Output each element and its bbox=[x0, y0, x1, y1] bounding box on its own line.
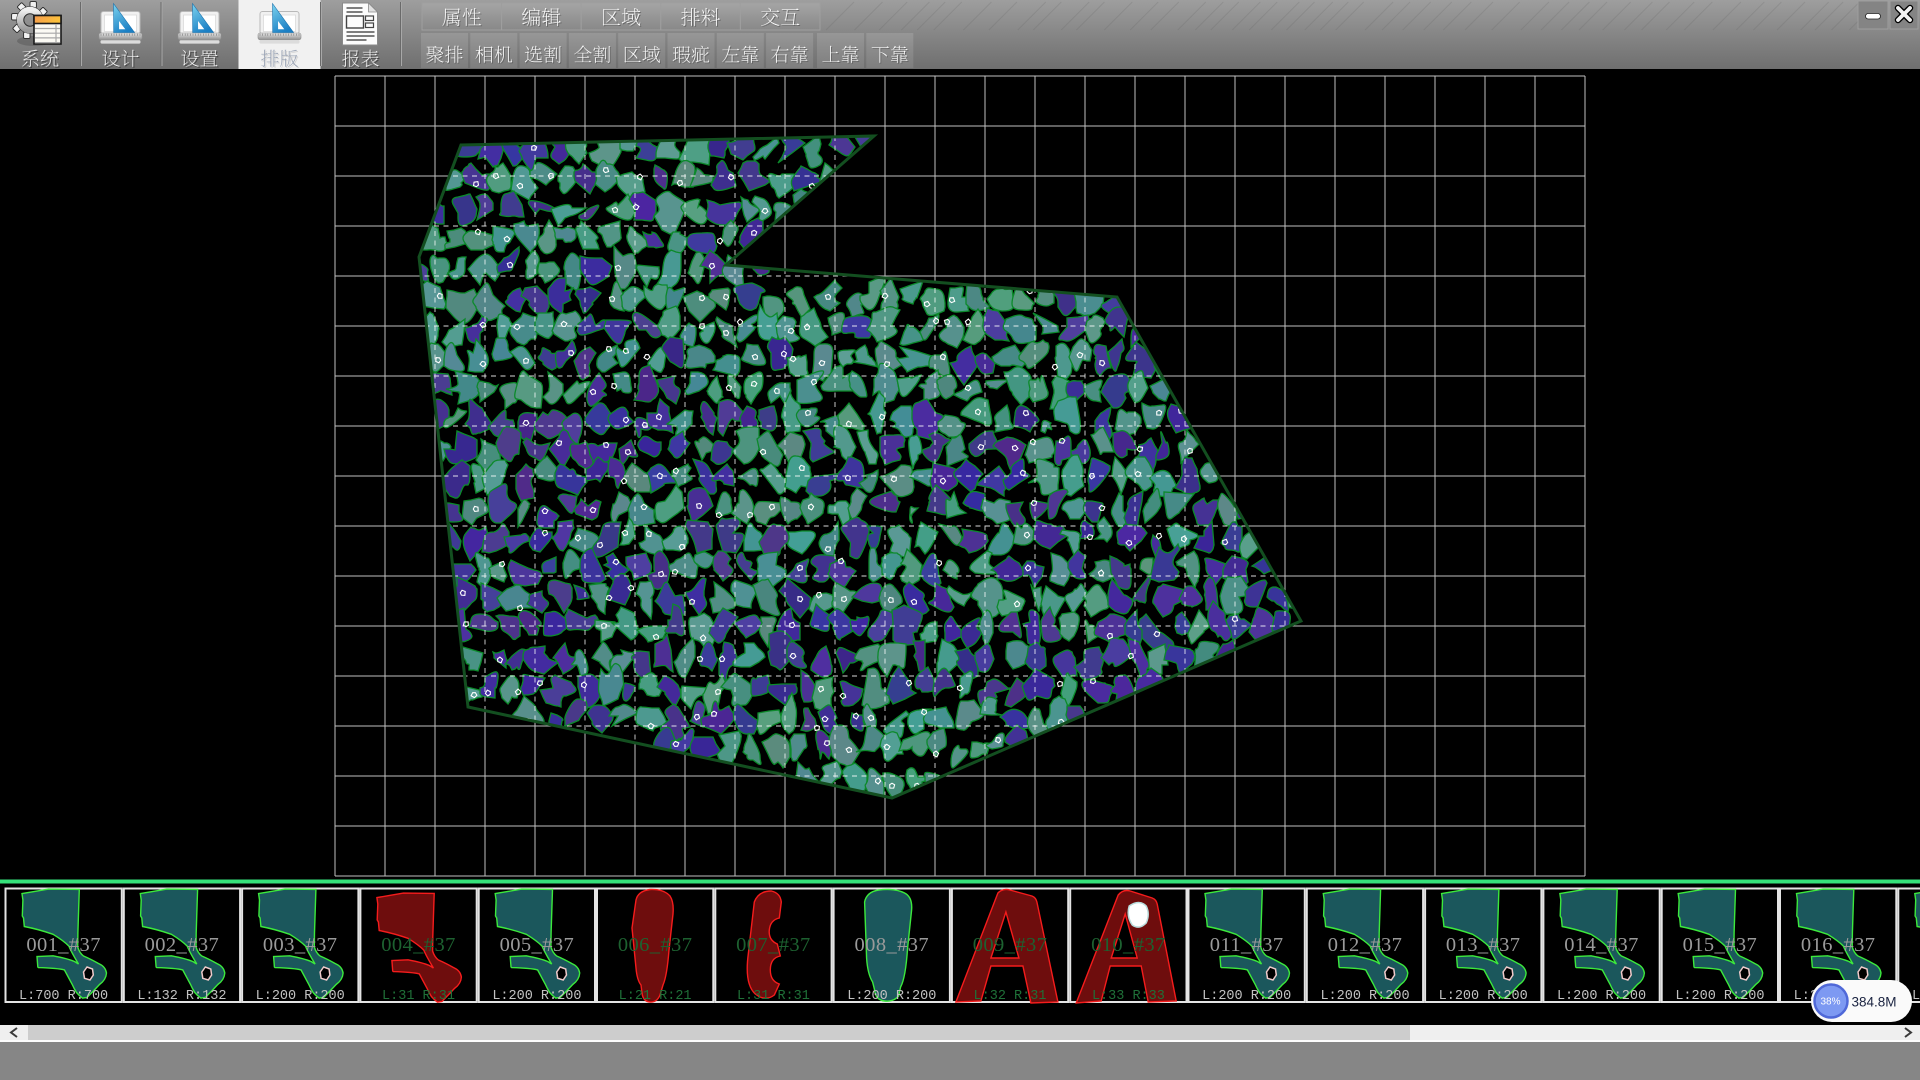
svg-text:384.8M: 384.8M bbox=[1851, 995, 1896, 1010]
svg-text:L:200 R:200: L:200 R:200 bbox=[1557, 989, 1646, 1004]
svg-text:L:33 R:33: L:33 R:33 bbox=[1092, 989, 1165, 1004]
svg-text:L:200 R:200: L:200 R:200 bbox=[1202, 989, 1291, 1004]
svg-text:012_#37: 012_#37 bbox=[1328, 934, 1403, 956]
svg-text:L:31 R:31: L:31 R:31 bbox=[737, 989, 810, 1004]
svg-text:014_#37: 014_#37 bbox=[1564, 934, 1639, 956]
svg-text:008_#37: 008_#37 bbox=[855, 934, 930, 956]
svg-text:38%: 38% bbox=[1820, 997, 1840, 1008]
svg-text:013_#37: 013_#37 bbox=[1446, 934, 1521, 956]
svg-text:L:200 R:200: L:200 R:200 bbox=[492, 989, 581, 1004]
svg-text:002_#37: 002_#37 bbox=[145, 934, 220, 956]
svg-text:009_#37: 009_#37 bbox=[973, 934, 1048, 956]
svg-text:007_#37: 007_#37 bbox=[736, 934, 811, 956]
svg-text:L:700 R:700: L:700 R:700 bbox=[19, 989, 108, 1004]
svg-text:L:200 R:200: L:200 R:200 bbox=[847, 989, 936, 1004]
svg-text:011_#37: 011_#37 bbox=[1210, 934, 1284, 956]
svg-text:L:200 R:200: L:200 R:200 bbox=[1320, 989, 1409, 1004]
svg-text:001_#37: 001_#37 bbox=[26, 934, 101, 956]
svg-text:L:200 R:200: L:200 R:200 bbox=[256, 989, 345, 1004]
svg-text:003_#37: 003_#37 bbox=[263, 934, 338, 956]
svg-text:010_#37: 010_#37 bbox=[1091, 934, 1166, 956]
svg-text:L:132 R:132: L:132 R:132 bbox=[137, 989, 226, 1004]
svg-text:004_#37: 004_#37 bbox=[381, 934, 456, 956]
svg-text:016_#37: 016_#37 bbox=[1801, 934, 1876, 956]
svg-text:L:21 R:21: L:21 R:21 bbox=[619, 989, 692, 1004]
svg-text:L:200 R:200: L:200 R:200 bbox=[1912, 989, 1920, 1004]
svg-text:L:200 R:200: L:200 R:200 bbox=[1439, 989, 1528, 1004]
svg-text:015_#37: 015_#37 bbox=[1683, 934, 1758, 956]
svg-text:L:200 R:200: L:200 R:200 bbox=[1675, 989, 1764, 1004]
svg-text:L:32 R:31: L:32 R:31 bbox=[974, 989, 1047, 1004]
svg-text:006_#37: 006_#37 bbox=[618, 934, 693, 956]
svg-text:L:31 R:31: L:31 R:31 bbox=[382, 989, 455, 1004]
svg-text:005_#37: 005_#37 bbox=[500, 934, 575, 956]
